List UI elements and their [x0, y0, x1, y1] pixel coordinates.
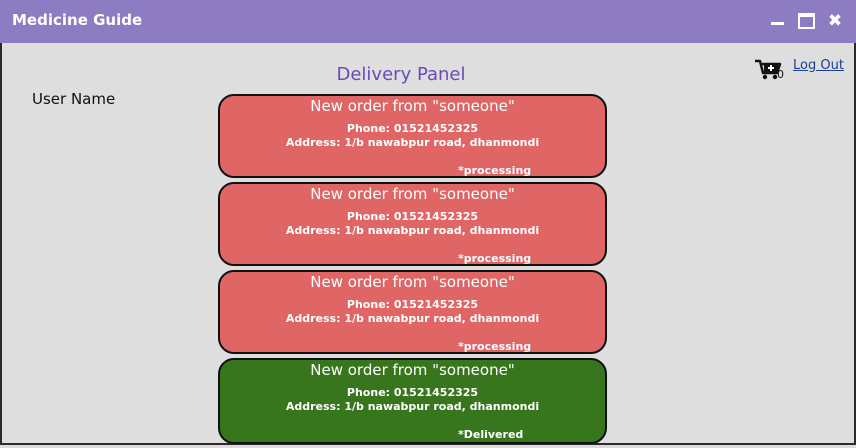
logout-link[interactable]: Log Out: [793, 58, 844, 73]
order-list: New order from "someone" Phone: 01521452…: [218, 94, 607, 448]
maximize-button[interactable]: [796, 10, 816, 32]
app-window: Medicine Guide ✖ Delivery Panel User Nam…: [0, 0, 856, 445]
order-status: *processing: [458, 252, 532, 265]
order-heading: New order from "someone": [310, 361, 515, 379]
close-button[interactable]: ✖: [826, 10, 844, 32]
cart-count: 0: [777, 68, 784, 81]
order-address: Address: 1/b nawabpur road, dhanmondi: [285, 400, 540, 413]
order-heading: New order from "someone": [310, 185, 515, 203]
title-bar: Medicine Guide ✖: [0, 0, 856, 43]
order-status: *processing: [458, 340, 532, 353]
order-phone: Phone: 01521452325: [346, 386, 479, 399]
order-phone: Phone: 01521452325: [346, 298, 479, 311]
order-address: Address: 1/b nawabpur road, dhanmondi: [285, 312, 540, 325]
order-heading: New order from "someone": [310, 97, 515, 115]
order-card[interactable]: New order from "someone" Phone: 01521452…: [218, 182, 607, 266]
order-card[interactable]: New order from "someone" Phone: 01521452…: [218, 270, 607, 354]
order-card[interactable]: New order from "someone" Phone: 01521452…: [218, 358, 607, 444]
order-status: *processing: [458, 164, 532, 177]
panel-title: Delivery Panel: [336, 64, 466, 85]
order-address: Address: 1/b nawabpur road, dhanmondi: [285, 224, 540, 237]
order-card[interactable]: New order from "someone" Phone: 01521452…: [218, 94, 607, 178]
window-title: Medicine Guide: [12, 11, 143, 29]
user-name: User Name: [32, 90, 116, 108]
order-phone: Phone: 01521452325: [346, 122, 479, 135]
order-phone: Phone: 01521452325: [346, 210, 479, 223]
minimize-button[interactable]: [768, 10, 786, 32]
maximize-icon: [797, 13, 815, 29]
order-heading: New order from "someone": [310, 273, 515, 291]
order-address: Address: 1/b nawabpur road, dhanmondi: [285, 136, 540, 149]
order-status: *Delivered: [458, 428, 524, 441]
